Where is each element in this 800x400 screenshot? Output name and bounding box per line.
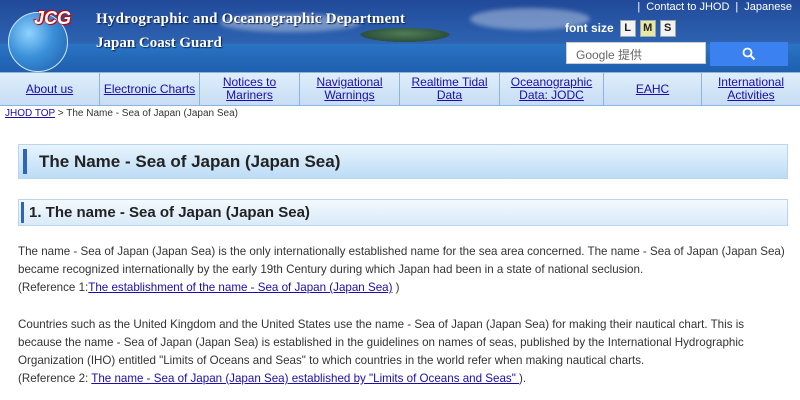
- separator: |: [735, 1, 739, 13]
- nav-item-navigational-warnings[interactable]: Navigational Warnings: [300, 73, 400, 105]
- separator: |: [637, 1, 641, 13]
- nav-item-jodc[interactable]: Oceanographic Data: JODC: [500, 73, 604, 105]
- nav-item-eahc[interactable]: EAHC: [604, 73, 702, 105]
- page-title: The Name - Sea of Japan (Japan Sea): [39, 152, 341, 171]
- nav-item-electronic-charts[interactable]: Electronic Charts: [100, 73, 200, 105]
- nav-item-notices-to-mariners[interactable]: Notices to Mariners: [200, 73, 300, 105]
- paragraph-2-text: Countries such as the United Kingdom and…: [18, 318, 745, 367]
- font-size-large-button[interactable]: L: [619, 19, 636, 37]
- paragraph-1: The name - Sea of Japan (Japan Sea) is t…: [18, 243, 788, 297]
- font-size-label: font size: [565, 21, 614, 35]
- reference-2-suffix: ).: [519, 372, 527, 385]
- breadcrumb: JHOD TOP > The Name - Sea of Japan (Japa…: [5, 108, 238, 119]
- search-input[interactable]: [566, 42, 706, 64]
- page-title-box: The Name - Sea of Japan (Japan Sea): [18, 144, 788, 179]
- search-icon: [742, 47, 756, 61]
- department-name: Hydrographic and Oceanographic Departmen…: [96, 11, 406, 27]
- island-decoration: [360, 28, 450, 42]
- japanese-link[interactable]: Japanese: [744, 1, 792, 13]
- top-links: | Contact to JHOD | Japanese: [637, 0, 792, 14]
- site-header: JCG Hydrographic and Oceanographic Depar…: [0, 0, 800, 72]
- reference-1-prefix: (Reference 1:: [18, 281, 89, 294]
- section-heading-box: 1. The name - Sea of Japan (Japan Sea): [18, 199, 788, 226]
- nav-item-realtime-tidal-data[interactable]: Realtime Tidal Data: [400, 73, 500, 105]
- breadcrumb-home-link[interactable]: JHOD TOP: [5, 108, 55, 119]
- contact-link[interactable]: Contact to JHOD: [646, 1, 729, 13]
- search-button[interactable]: [710, 42, 788, 66]
- reference-2-link[interactable]: The name - Sea of Japan (Japan Sea) esta…: [91, 372, 519, 385]
- reference-2-prefix: (Reference 2:: [18, 372, 92, 385]
- title-accent-bar: [23, 149, 27, 174]
- nav-item-international-activities[interactable]: International Activities: [702, 73, 800, 105]
- breadcrumb-current: The Name - Sea of Japan (Japan Sea): [66, 108, 238, 119]
- reference-1-link[interactable]: The establishment of the name - Sea of J…: [88, 281, 392, 294]
- paragraph-1-text: The name - Sea of Japan (Japan Sea) is t…: [18, 245, 785, 276]
- section-title: 1. The name - Sea of Japan (Japan Sea): [29, 204, 310, 221]
- breadcrumb-separator: >: [55, 108, 67, 119]
- jcg-logo[interactable]: JCG: [6, 6, 84, 72]
- font-size-selector: font size L M S: [565, 19, 676, 37]
- logo-text: JCG: [34, 8, 72, 28]
- main-nav: About us Electronic Charts Notices to Ma…: [0, 72, 800, 106]
- reference-1-suffix: ): [392, 281, 400, 294]
- nav-item-about-us[interactable]: About us: [0, 73, 100, 105]
- site-search: Google 提供: [566, 42, 796, 66]
- section-accent-bar: [21, 202, 24, 223]
- organization-name: Japan Coast Guard: [96, 35, 222, 51]
- font-size-small-button[interactable]: S: [659, 19, 676, 37]
- font-size-medium-button[interactable]: M: [639, 19, 656, 37]
- paragraph-2: Countries such as the United Kingdom and…: [18, 316, 788, 388]
